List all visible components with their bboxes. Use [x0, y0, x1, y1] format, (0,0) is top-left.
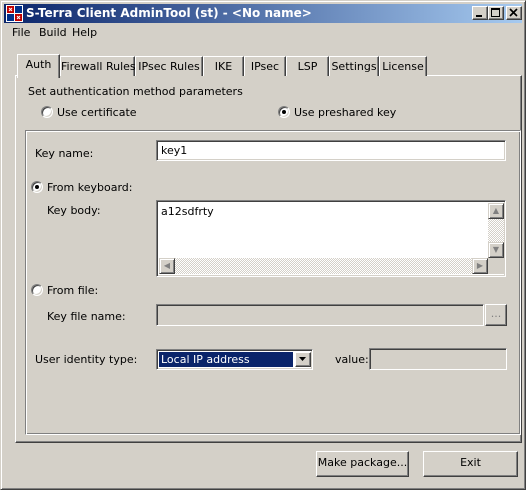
- browse-button-label: ...: [490, 307, 502, 320]
- scroll-left-icon: ◀: [163, 261, 171, 270]
- maximize-button[interactable]: [488, 6, 504, 20]
- maximize-icon: [491, 8, 500, 17]
- minimize-button[interactable]: [472, 6, 488, 20]
- key-body-textarea[interactable]: a12sdfrty ▲ ▼ ◀ ▶: [156, 200, 506, 277]
- tab-ipsec[interactable]: IPsec: [244, 56, 286, 76]
- scroll-down-icon: ▼: [492, 245, 500, 254]
- tab-auth-label: Auth: [25, 58, 52, 71]
- minimize-icon: [476, 15, 482, 17]
- tab-firewall-rules-label: Firewall Rules: [61, 60, 136, 73]
- make-package-label: Make package...: [317, 456, 408, 469]
- use-certificate-label[interactable]: Use certificate: [57, 106, 137, 119]
- preshared-key-group: [25, 130, 521, 435]
- make-package-button[interactable]: Make package...: [316, 451, 409, 477]
- dropdown-button[interactable]: [295, 352, 311, 367]
- tab-settings[interactable]: Settings: [329, 56, 379, 76]
- tab-lsp-label: LSP: [297, 60, 318, 73]
- key-file-name-input[interactable]: [156, 304, 484, 326]
- tab-ike-label: IKE: [214, 60, 233, 73]
- close-button[interactable]: [506, 6, 522, 20]
- value-input[interactable]: [369, 348, 507, 370]
- title-bar[interactable]: S-Terra Client AdminTool (st) - <No name…: [4, 4, 522, 23]
- chevron-down-icon: [299, 357, 306, 361]
- use-preshared-key-label[interactable]: Use preshared key: [294, 106, 396, 119]
- tab-license[interactable]: License: [379, 56, 427, 76]
- scroll-right-button[interactable]: ▶: [472, 258, 488, 274]
- tab-settings-label: Settings: [331, 60, 377, 73]
- app-window: S-Terra Client AdminTool (st) - <No name…: [0, 0, 526, 490]
- horizontal-scrollbar[interactable]: [159, 258, 488, 274]
- user-identity-type-select[interactable]: Local IP address: [156, 349, 313, 370]
- tab-firewall-rules[interactable]: Firewall Rules: [60, 56, 136, 76]
- from-keyboard-radio[interactable]: [31, 181, 43, 193]
- tab-auth[interactable]: Auth: [17, 54, 60, 78]
- user-identity-type-label: User identity type:: [35, 353, 138, 366]
- key-name-input[interactable]: key1: [156, 140, 506, 161]
- menu-help[interactable]: Help: [67, 26, 102, 39]
- scroll-right-icon: ▶: [476, 261, 484, 270]
- from-keyboard-label[interactable]: From keyboard:: [47, 181, 132, 194]
- key-name-value: key1: [161, 144, 188, 157]
- scroll-corner: [488, 258, 504, 274]
- menu-file[interactable]: File: [7, 26, 35, 39]
- window-title: S-Terra Client AdminTool (st) - <No name…: [26, 6, 312, 20]
- auth-section-label: Set authentication method parameters: [28, 85, 243, 98]
- from-file-radio[interactable]: [31, 284, 43, 296]
- scroll-left-button[interactable]: ◀: [159, 258, 175, 274]
- use-preshared-key-radio[interactable]: [278, 106, 290, 118]
- menu-build[interactable]: Build: [34, 26, 72, 39]
- scroll-up-icon: ▲: [492, 206, 500, 215]
- exit-label: Exit: [460, 456, 481, 469]
- key-name-label: Key name:: [35, 147, 94, 160]
- menu-bar: File Build Help: [4, 24, 522, 42]
- scroll-down-button[interactable]: ▼: [488, 242, 504, 258]
- user-identity-type-value: Local IP address: [159, 352, 293, 367]
- browse-button[interactable]: ...: [485, 304, 507, 326]
- tab-ike[interactable]: IKE: [203, 56, 244, 76]
- value-label: value:: [335, 353, 369, 366]
- app-icon: [6, 5, 23, 22]
- from-file-label[interactable]: From file:: [47, 284, 98, 297]
- key-body-label: Key body:: [47, 204, 101, 217]
- exit-button[interactable]: Exit: [423, 451, 518, 477]
- tab-ipsec-label: IPsec: [250, 60, 280, 73]
- use-certificate-radio[interactable]: [41, 106, 53, 118]
- tab-ipsec-rules-label: IPsec Rules: [138, 60, 200, 73]
- key-file-name-label: Key file name:: [47, 310, 126, 323]
- tab-ipsec-rules[interactable]: IPsec Rules: [135, 56, 203, 76]
- key-body-value: a12sdfrty: [161, 205, 214, 218]
- close-icon: [509, 8, 518, 17]
- tab-license-label: License: [382, 60, 424, 73]
- scroll-up-button[interactable]: ▲: [488, 203, 504, 219]
- tab-lsp[interactable]: LSP: [286, 56, 329, 76]
